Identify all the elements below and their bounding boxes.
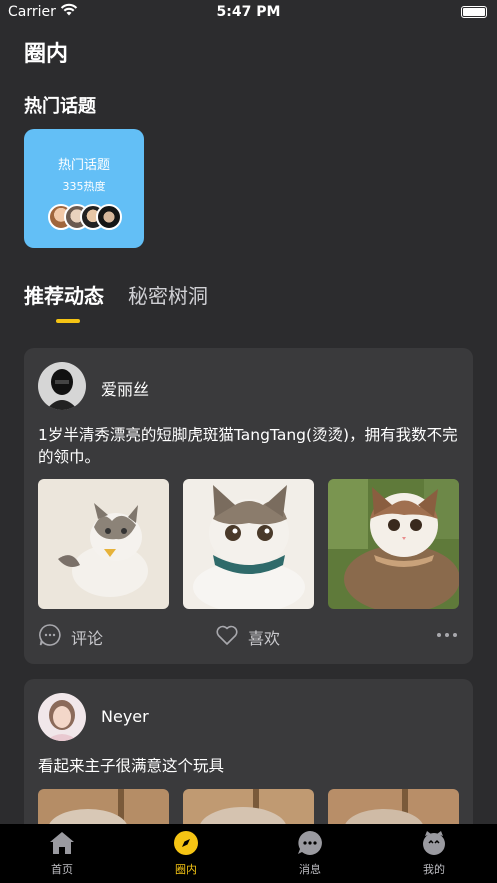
tab-circle-label: 圈内	[175, 863, 197, 876]
tab-profile[interactable]: 我的	[399, 830, 469, 877]
tab-circle[interactable]: 圈内	[151, 830, 221, 877]
post-card[interactable]: 爱丽丝 1岁半清秀漂亮的短脚虎斑猫TangTang(烫烫)，拥有我数不完的领巾。	[24, 348, 473, 664]
message-icon	[297, 830, 323, 856]
post-content: 1岁半清秀漂亮的短脚虎斑猫TangTang(烫烫)，拥有我数不完的领巾。	[38, 426, 458, 466]
hot-topic-title: 热门话题	[57, 158, 110, 173]
page-title: 圈内	[24, 42, 69, 67]
like-button[interactable]: 喜欢	[215, 624, 280, 650]
hot-topics-heading: 热门话题	[24, 96, 96, 117]
battery-icon	[461, 6, 487, 18]
tab-recommended[interactable]: 推荐动态	[24, 280, 104, 309]
post-content: 看起来主子很满意这个玩具	[38, 757, 225, 775]
comment-label: 评论	[71, 629, 104, 648]
like-label: 喜欢	[248, 629, 281, 648]
hot-topic-card[interactable]: 热门话题 335热度	[24, 129, 144, 248]
post-username[interactable]: Neyer	[101, 707, 149, 726]
comment-icon	[38, 623, 62, 651]
comment-button[interactable]: 评论	[38, 624, 103, 650]
post-actions: 评论 喜欢	[38, 624, 459, 650]
more-options-button[interactable]	[435, 624, 459, 650]
avatar	[96, 204, 122, 230]
participant-avatars	[48, 204, 128, 230]
hot-topic-heat: 335热度	[62, 180, 106, 193]
status-bar: Carrier 5:47 PM	[0, 0, 497, 26]
avatar[interactable]	[38, 362, 86, 410]
tab-profile-label: 我的	[423, 863, 445, 876]
home-icon	[49, 830, 75, 856]
clock: 5:47 PM	[216, 4, 281, 20]
tab-messages-label: 消息	[299, 863, 321, 876]
post-photo[interactable]	[183, 479, 314, 609]
post-photos	[38, 479, 459, 609]
tab-home[interactable]: 首页	[27, 830, 97, 877]
active-tab-indicator	[56, 319, 80, 323]
post-username[interactable]: 爱丽丝	[101, 376, 149, 400]
avatar[interactable]	[38, 693, 86, 741]
post-photo[interactable]	[328, 479, 459, 609]
post-card[interactable]: Neyer 看起来主子很满意这个玩具	[24, 679, 473, 883]
tab-messages[interactable]: 消息	[275, 830, 345, 877]
heart-icon	[215, 623, 239, 651]
post-photo[interactable]	[38, 479, 169, 609]
bottom-tab-bar: 首页 圈内 消息 我的	[0, 824, 497, 883]
profile-icon	[421, 830, 447, 856]
tab-secret-treehole[interactable]: 秘密树洞	[128, 280, 208, 309]
tab-home-label: 首页	[51, 863, 73, 876]
more-icon	[435, 623, 459, 651]
compass-icon	[173, 830, 199, 856]
